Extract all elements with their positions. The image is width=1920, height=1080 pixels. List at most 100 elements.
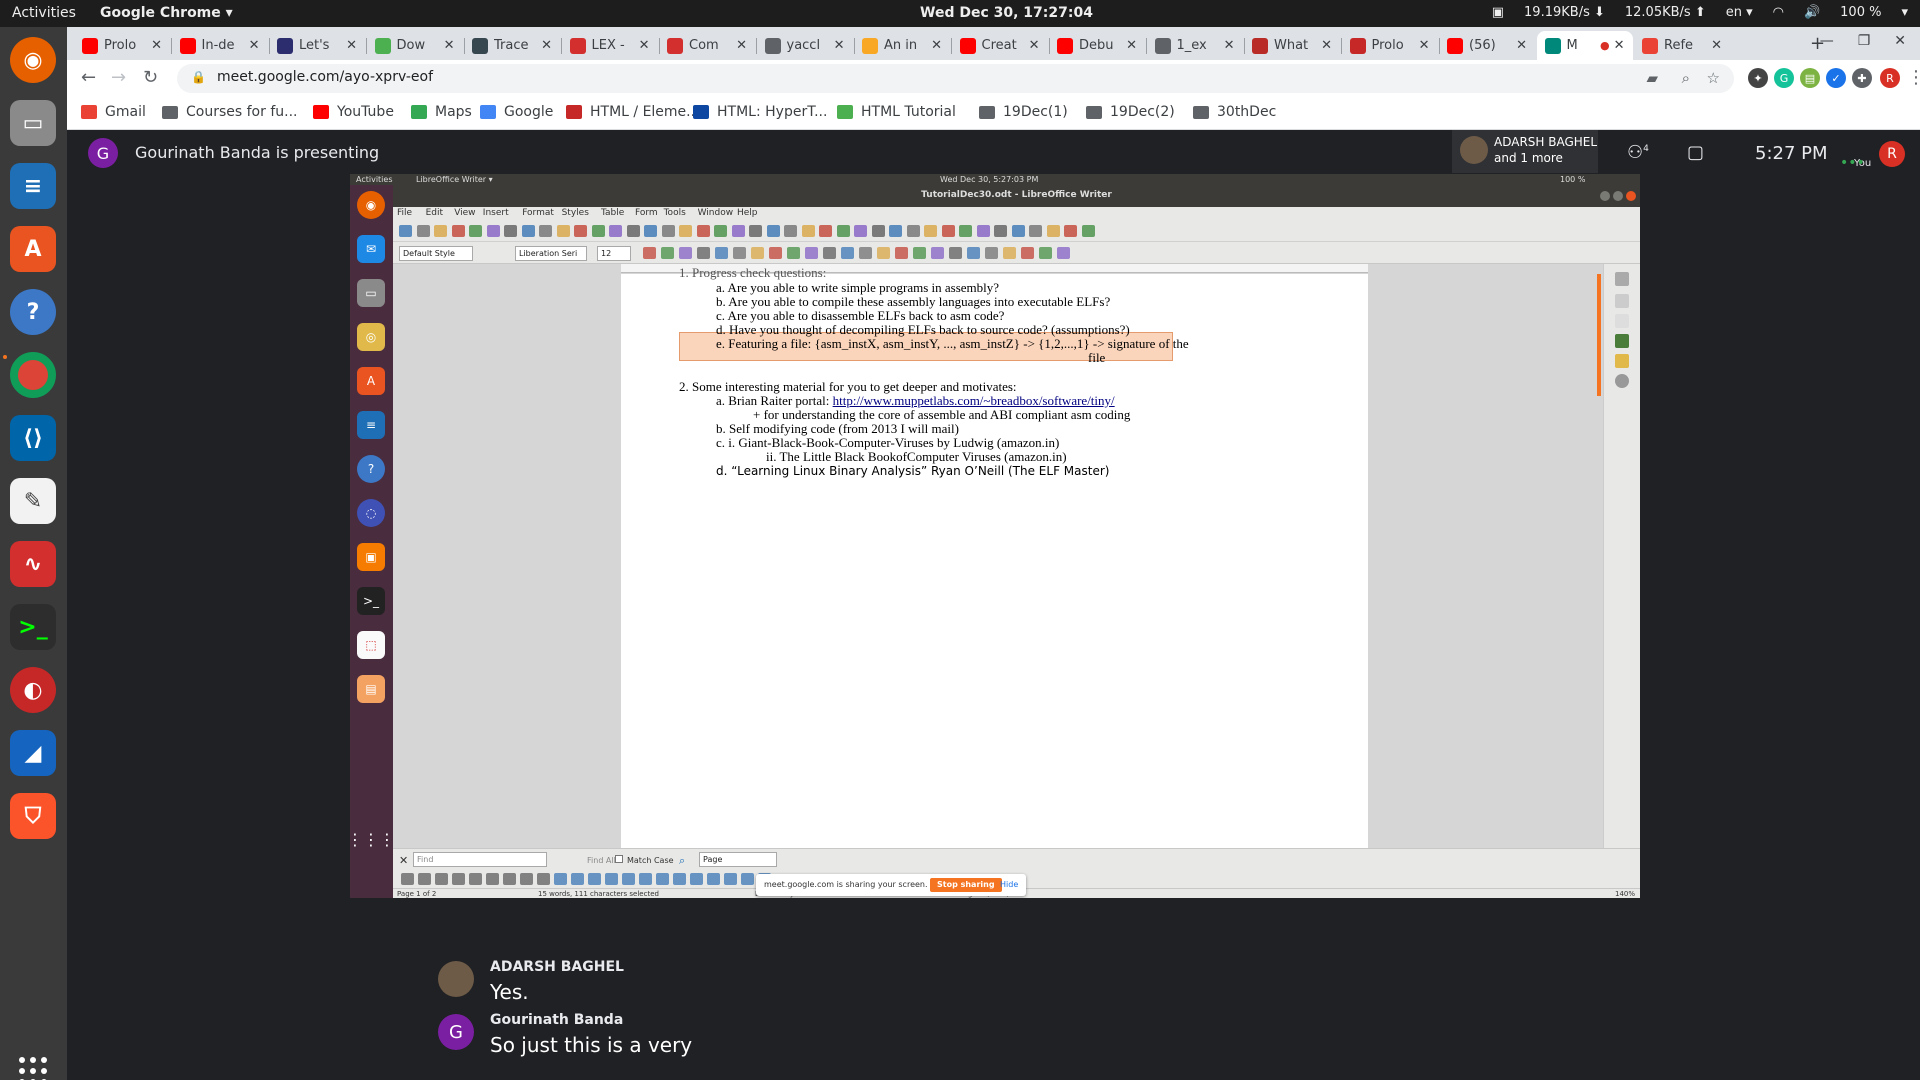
bookmark-star-icon[interactable]: ☆	[1707, 69, 1720, 87]
toolbar-button-icon	[1081, 225, 1095, 237]
tab-close-icon[interactable]: ✕	[834, 38, 845, 53]
toolbar-button-icon	[696, 225, 710, 237]
system-clock[interactable]: Wed Dec 30, 17:27:04	[920, 5, 1093, 21]
camera-icon[interactable]: ▰	[1646, 69, 1658, 87]
running-indicator	[3, 355, 7, 359]
tab-close-icon[interactable]: ✕	[1224, 38, 1235, 53]
kebab-menu-icon[interactable]: ⋮	[1907, 67, 1920, 88]
tab-close-icon[interactable]: ✕	[346, 38, 357, 53]
tab-close-icon[interactable]: ✕	[1126, 38, 1137, 53]
browser-tab[interactable]: LEX - ✕	[562, 31, 658, 60]
files-icon[interactable]: ▭	[10, 100, 56, 146]
system-menu-chevron-icon[interactable]: ▾	[1901, 5, 1908, 20]
recording-icon: ●	[1599, 39, 1610, 52]
tab-close-icon[interactable]: ✕	[444, 38, 455, 53]
tab-close-icon[interactable]: ✕	[541, 38, 552, 53]
browser-tab[interactable]: M ● ✕	[1536, 31, 1633, 60]
browser-tab[interactable]: Trace ✕	[464, 31, 560, 60]
app-menu[interactable]: Google Chrome ▾	[100, 5, 233, 21]
tab-close-icon[interactable]: ✕	[639, 38, 650, 53]
browser-tab[interactable]: In-de ✕	[172, 31, 268, 60]
grammarly-icon[interactable]: G	[1774, 68, 1794, 88]
page-icon	[1615, 354, 1629, 368]
self-avatar[interactable]: R	[1879, 141, 1905, 167]
vscode-icon[interactable]: ⟨⟩	[10, 415, 56, 461]
zoom-icon[interactable]: ⌕	[1682, 69, 1690, 87]
writer-icon[interactable]: ≡	[10, 163, 56, 209]
participant-tile[interactable]: ADARSH BAGHEL and 1 more	[1452, 130, 1598, 173]
bookmark-item[interactable]: Google	[480, 104, 553, 120]
bookmark-folder[interactable]: 19Dec(2)	[1086, 104, 1175, 120]
bookmark-item[interactable]: HTML / Eleme...	[566, 104, 700, 120]
extension-icon[interactable]: ✓	[1826, 68, 1846, 88]
browser-tab[interactable]: Refe ✕	[1634, 31, 1730, 60]
chrome-icon[interactable]	[10, 352, 56, 398]
tab-close-icon[interactable]: ✕	[1321, 38, 1332, 53]
remote-battery: 100 %	[1560, 175, 1586, 184]
bookmark-folder[interactable]: 19Dec(1)	[979, 104, 1068, 120]
browser-tab[interactable]: Dow ✕	[367, 31, 463, 60]
evince-icon[interactable]: ∿	[10, 541, 56, 587]
language-indicator[interactable]: en ▾	[1726, 5, 1753, 20]
address-bar[interactable]: 🔒 meet.google.com/ayo-xprv-eof ▰ ⌕ ☆	[177, 64, 1734, 93]
browser-tab[interactable]: (56) ✕	[1439, 31, 1535, 60]
browser-tab[interactable]: What ✕	[1244, 31, 1340, 60]
firefox-icon[interactable]: ◉	[10, 37, 56, 83]
browser-tab[interactable]: Debu ✕	[1049, 31, 1145, 60]
remote-app-menu: LibreOffice Writer ▾	[416, 175, 493, 184]
lock-icon[interactable]: 🔒	[191, 70, 206, 84]
bookmark-item[interactable]: HTML: HyperT...	[693, 104, 827, 120]
chat-icon[interactable]: ▢	[1687, 142, 1704, 163]
tab-close-icon[interactable]: ✕	[1516, 38, 1527, 53]
bookmark-item[interactable]: YouTube	[313, 104, 394, 120]
brave-icon[interactable]: ⛉	[10, 793, 56, 839]
profile-avatar[interactable]: R	[1880, 68, 1900, 88]
system-tray[interactable]: ▣ 19.19KB/s ⬇ 12.05KB/s ⬆ en ▾ ◠ 🔊 100 %…	[1492, 5, 1908, 20]
drawing-tool-icon	[741, 873, 754, 885]
wireshark-icon[interactable]: ◢	[10, 730, 56, 776]
bookmark-item[interactable]: Gmail	[81, 104, 146, 120]
format-button-icon	[1057, 247, 1070, 259]
text-editor-icon[interactable]: ✎	[10, 478, 56, 524]
bookmark-item[interactable]: HTML Tutorial	[837, 104, 956, 120]
tab-close-icon[interactable]: ✕	[1029, 38, 1040, 53]
browser-tab[interactable]: Let's ✕	[269, 31, 365, 60]
extension-icon[interactable]: ▤	[1800, 68, 1820, 88]
browser-tab[interactable]: yaccl ✕	[757, 31, 853, 60]
app-icon[interactable]: ◐	[10, 667, 56, 713]
tab-close-icon[interactable]: ✕	[151, 38, 162, 53]
close-icon	[1626, 191, 1636, 201]
bookmark-folder[interactable]: 30thDec	[1193, 104, 1276, 120]
show-applications-icon[interactable]	[19, 1057, 47, 1080]
tab-favicon-icon	[1252, 37, 1268, 54]
browser-tab[interactable]: 1_ex ✕	[1147, 31, 1243, 60]
tab-close-icon[interactable]: ✕	[249, 38, 260, 53]
bookmark-folder[interactable]: Courses for fu...	[162, 104, 297, 120]
help-icon[interactable]: ?	[10, 289, 56, 335]
tab-close-icon[interactable]: ✕	[1419, 38, 1430, 53]
close-icon[interactable]: ✕	[1894, 33, 1906, 49]
restore-icon[interactable]: ❐	[1858, 33, 1871, 49]
tab-close-icon[interactable]: ✕	[931, 38, 942, 53]
tab-close-icon[interactable]: ✕	[1614, 38, 1625, 53]
minimize-icon[interactable]: —	[1820, 33, 1834, 49]
forward-icon[interactable]: →	[111, 67, 126, 88]
back-icon[interactable]: ←	[81, 67, 96, 88]
activities-button[interactable]: Activities	[12, 5, 76, 21]
browser-tab[interactable]: Prolo ✕	[1342, 31, 1438, 60]
browser-tab[interactable]: Prolo ✕	[74, 31, 170, 60]
bookmark-item[interactable]: Maps	[411, 104, 472, 120]
puzzle-icon[interactable]: ✚	[1852, 68, 1872, 88]
reload-icon[interactable]: ↻	[143, 67, 158, 88]
remote-activities: Activities	[356, 175, 393, 184]
browser-tab[interactable]: Com ✕	[659, 31, 755, 60]
more-options-icon[interactable]: •••	[1840, 155, 1865, 171]
people-icon[interactable]: ⚇4	[1627, 142, 1649, 163]
tab-close-icon[interactable]: ✕	[736, 38, 747, 53]
extension-icon[interactable]: ✦	[1748, 68, 1768, 88]
terminal-icon[interactable]: >_	[10, 604, 56, 650]
browser-tab[interactable]: An in ✕	[854, 31, 950, 60]
software-center-icon[interactable]: A	[10, 226, 56, 272]
browser-tab[interactable]: Creat ✕	[952, 31, 1048, 60]
tab-close-icon[interactable]: ✕	[1711, 38, 1722, 53]
